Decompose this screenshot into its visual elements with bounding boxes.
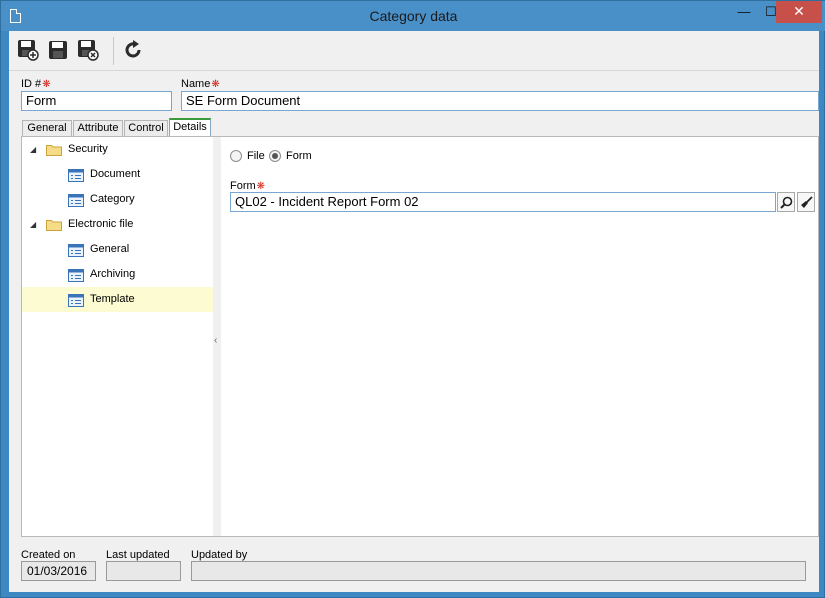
save-button[interactable] [45,37,71,63]
required-icon: ❋ [211,79,220,90]
updated-by-label: Updated by [191,549,248,561]
name-input[interactable]: SE Form Document [181,91,819,111]
category-data-window: Category data — ☐ ✕ ID #❋ Form Name❋ SE … [0,0,825,598]
id-label: ID #❋ [21,78,51,90]
id-input[interactable]: Form [21,91,172,111]
tab-control[interactable]: Control [124,120,168,136]
form-icon [68,169,84,182]
toolbar-separator [113,37,114,65]
title-bar[interactable]: Category data — ☐ ✕ [1,1,825,31]
tree-label: Archiving [90,268,136,280]
tab-general[interactable]: General [22,120,72,136]
details-content: File Form Form❋ QL02 - Incident Report F… [221,137,818,536]
tree-label: General [90,243,130,255]
id-label-text: ID # [21,78,42,90]
minimize-button[interactable]: — [731,1,757,23]
name-label: Name❋ [181,78,220,90]
expander-icon[interactable]: ◢ [30,145,36,154]
form-label: Form❋ [230,180,265,192]
form-radio[interactable] [269,150,281,162]
clear-button[interactable] [797,192,815,212]
tab-attribute[interactable]: Attribute [73,120,123,136]
updated-by-field [191,561,806,581]
tree-item-document[interactable]: Document [22,162,213,187]
save-new-icon [18,40,39,61]
created-on-label: Created on [21,549,76,561]
tree-node-security[interactable]: ◢ Security [22,137,213,162]
name-label-text: Name [181,78,211,90]
tree-node-electronic-file[interactable]: ◢ Electronic file [22,212,213,237]
form-label-text: Form [230,180,256,192]
tree-item-template[interactable]: Template [22,287,213,312]
tree-item-archiving[interactable]: Archiving [22,262,213,287]
file-radio[interactable] [230,150,242,162]
broom-icon [800,195,813,208]
tree-label: Security [68,143,108,155]
save-icon [49,41,67,59]
search-icon [779,196,792,209]
toolbar [9,31,819,71]
save-close-icon [78,40,99,61]
file-radio-label: File [247,150,265,162]
last-updated-label: Last updated [106,549,170,561]
required-icon: ❋ [256,181,266,192]
close-button[interactable]: ✕ [776,1,822,23]
last-updated-field [106,561,181,581]
form-icon [68,194,84,207]
save-new-button[interactable] [15,37,41,63]
details-panel: ◢ Security Document Category ◢ Electroni… [21,136,819,537]
form-icon [68,269,84,282]
form-icon [68,294,84,307]
dialog-body: ID #❋ Form Name❋ SE Form Document Genera… [9,31,819,592]
tree-item-general[interactable]: General [22,237,213,262]
tree-label: Document [90,168,141,180]
folder-icon [46,220,62,231]
splitter-handle[interactable]: ‹ [213,137,221,536]
tree-item-category[interactable]: Category [22,187,213,212]
created-on-field: 01/03/2016 [21,561,96,581]
form-radio-label: Form [286,150,312,162]
refresh-icon [125,40,141,58]
expander-icon[interactable]: ◢ [30,220,36,229]
tab-details[interactable]: Details [169,118,211,137]
form-icon [68,244,84,257]
form-input[interactable]: QL02 - Incident Report Form 02 [230,192,776,212]
search-button[interactable] [777,192,795,212]
required-icon: ❋ [42,79,51,90]
tree-label: Electronic file [68,218,134,230]
window-title: Category data [369,8,458,24]
save-close-button[interactable] [75,37,101,63]
chevron-left-icon[interactable]: ‹ [214,335,217,346]
category-tree: ◢ Security Document Category ◢ Electroni… [22,137,213,536]
tree-label: Template [90,293,135,305]
folder-icon [46,145,62,156]
tree-label: Category [90,193,135,205]
refresh-button[interactable] [120,37,146,63]
